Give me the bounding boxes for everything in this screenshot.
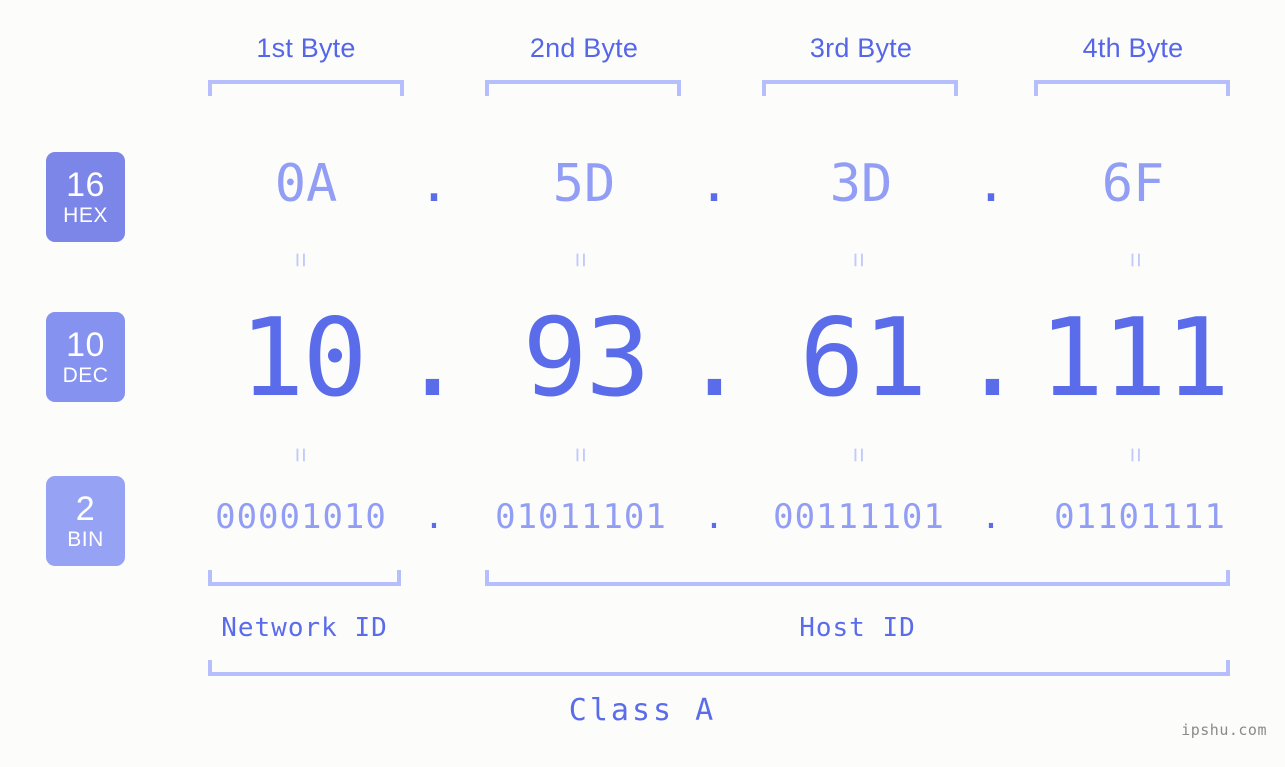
network-id-label: Network ID xyxy=(221,613,388,643)
byte-bracket-3 xyxy=(762,80,958,96)
equals-connector-top-4: = xyxy=(1121,252,1151,268)
site-watermark: ipshu.com xyxy=(1181,721,1267,739)
dec-separator-3: . xyxy=(960,296,1026,421)
dec-octet-1: 10 xyxy=(239,296,367,421)
bin-octet-1: 00001010 xyxy=(215,497,387,537)
hex-octet-4: 6F xyxy=(1101,154,1165,214)
hex-octet-1: 0A xyxy=(274,154,338,214)
base-badge-hex: 16 HEX xyxy=(46,152,125,242)
hex-separator-1: . xyxy=(418,154,450,214)
byte-bracket-2 xyxy=(485,80,681,96)
ip-class-label: Class A xyxy=(568,693,717,728)
bin-octet-2: 01011101 xyxy=(495,497,667,537)
equals-connector-top-1: = xyxy=(286,252,316,268)
base-badge-dec-abbr: DEC xyxy=(62,364,109,387)
dec-octet-3: 61 xyxy=(799,296,927,421)
base-badge-dec-number: 10 xyxy=(66,326,105,364)
hex-separator-3: . xyxy=(975,154,1007,214)
dec-octet-4: 111 xyxy=(1038,296,1230,421)
host-id-label: Host ID xyxy=(799,613,916,643)
base-badge-hex-abbr: HEX xyxy=(63,204,108,227)
byte-header-4: 4th Byte xyxy=(1082,33,1184,63)
base-badge-bin-abbr: BIN xyxy=(67,528,104,551)
base-badge-bin: 2 BIN xyxy=(46,476,125,566)
equals-connector-bottom-1: = xyxy=(286,447,316,463)
bin-separator-1: . xyxy=(423,497,445,537)
hex-separator-2: . xyxy=(698,154,730,214)
base-badge-hex-number: 16 xyxy=(66,166,105,204)
base-badge-bin-number: 2 xyxy=(75,490,96,528)
equals-connector-bottom-2: = xyxy=(566,447,596,463)
byte-bracket-4 xyxy=(1034,80,1230,96)
base-badge-dec: 10 DEC xyxy=(46,312,125,402)
bin-separator-3: . xyxy=(980,497,1002,537)
byte-header-2: 2nd Byte xyxy=(529,33,639,63)
bin-octet-4: 01101111 xyxy=(1054,497,1226,537)
host-id-bracket xyxy=(485,570,1230,586)
equals-connector-top-2: = xyxy=(566,252,596,268)
byte-bracket-1 xyxy=(208,80,404,96)
equals-connector-bottom-4: = xyxy=(1121,447,1151,463)
bin-separator-2: . xyxy=(703,497,725,537)
bin-octet-3: 00111101 xyxy=(773,497,945,537)
hex-octet-3: 3D xyxy=(829,154,893,214)
ip-breakdown-diagram: 1st Byte 2nd Byte 3rd Byte 4th Byte 16 H… xyxy=(0,0,1285,767)
equals-connector-top-3: = xyxy=(844,252,874,268)
hex-octet-2: 5D xyxy=(552,154,616,214)
dec-separator-2: . xyxy=(682,296,748,421)
equals-connector-bottom-3: = xyxy=(844,447,874,463)
dec-octet-2: 93 xyxy=(522,296,650,421)
byte-header-1: 1st Byte xyxy=(256,33,356,63)
class-bracket xyxy=(208,660,1230,676)
byte-header-3: 3rd Byte xyxy=(809,33,913,63)
network-id-bracket xyxy=(208,570,401,586)
dec-separator-1: . xyxy=(400,296,466,421)
